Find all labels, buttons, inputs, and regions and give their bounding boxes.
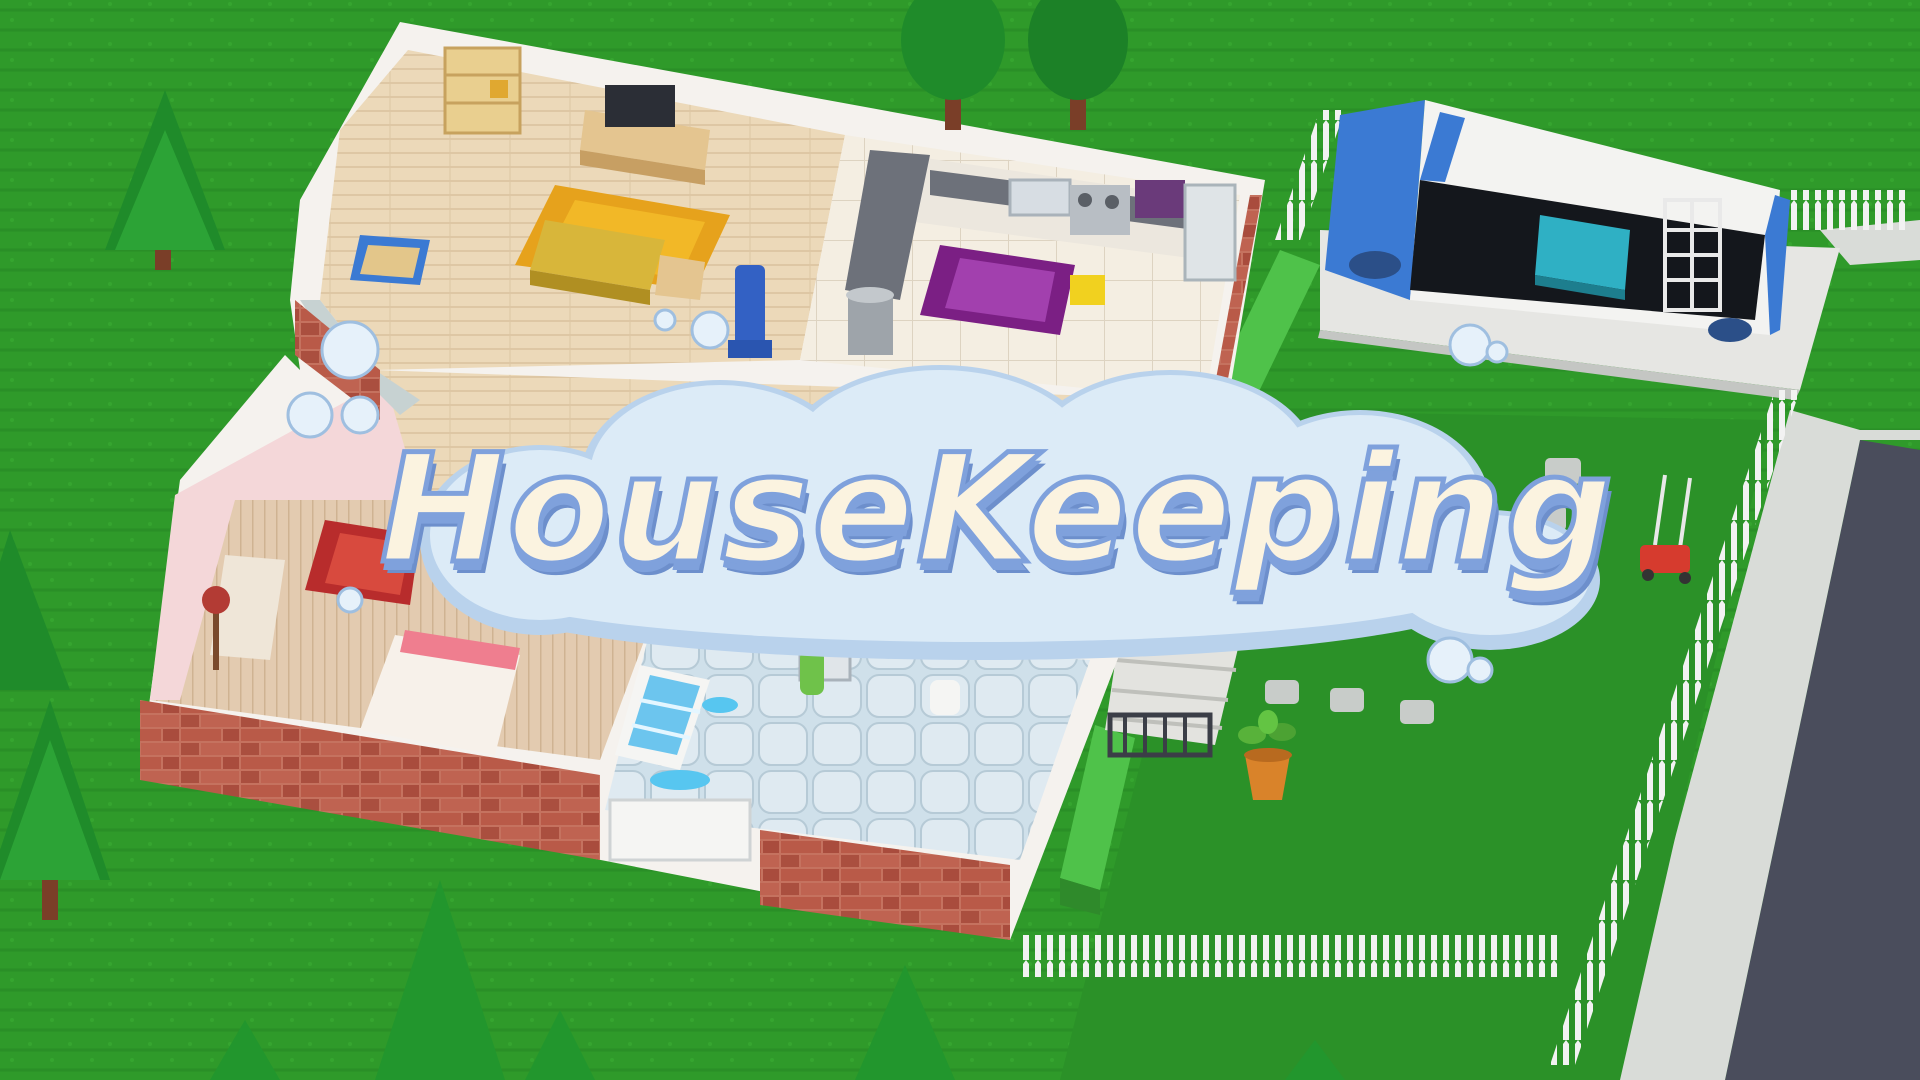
stove	[1070, 185, 1130, 235]
bathroom-window	[608, 798, 752, 862]
bookshelf	[443, 46, 522, 135]
side-table	[655, 255, 705, 300]
fence-right-top	[1790, 190, 1910, 230]
cargo-crate	[1535, 215, 1630, 300]
title-logo: HouseKeeping	[286, 308, 1616, 684]
trash-can	[846, 287, 894, 355]
game-title: HouseKeeping	[378, 423, 1616, 598]
fence-bottom	[1020, 935, 1560, 977]
sink	[1008, 178, 1072, 217]
pet-bed	[350, 235, 430, 285]
toilet	[930, 680, 960, 715]
mop-bucket	[1070, 275, 1105, 305]
microwave	[1135, 180, 1185, 218]
fridge	[1183, 183, 1237, 282]
